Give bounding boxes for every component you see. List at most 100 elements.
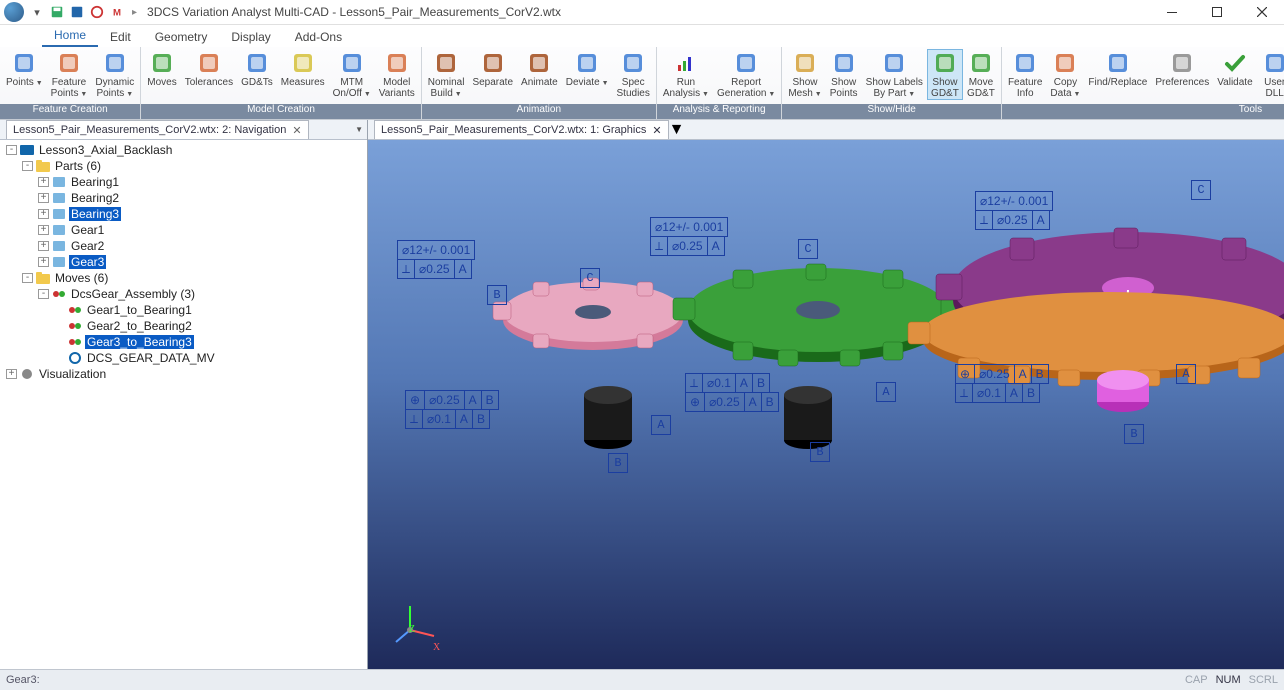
close-button[interactable] [1239, 0, 1284, 25]
preferences-button[interactable]: Preferences [1151, 49, 1213, 89]
datum-b-shaft2[interactable]: B [810, 442, 830, 462]
tree-parts[interactable]: -Parts (6) [0, 158, 367, 174]
show-labels-button[interactable]: Show Labels By Part ▼ [862, 49, 927, 101]
animate-button[interactable]: Animate [517, 49, 562, 89]
tab-display[interactable]: Display [219, 27, 282, 47]
datum-b-3[interactable]: B [1124, 424, 1144, 444]
tree-part-bearing2[interactable]: +Bearing2 [0, 190, 367, 206]
qat-item-5-icon[interactable]: M [108, 3, 126, 21]
find-replace-button[interactable]: Find/Replace [1084, 49, 1151, 89]
feature-info-button[interactable]: Feature Info [1004, 49, 1046, 100]
move-gdt-button[interactable]: Move GD&T [963, 49, 999, 100]
measures-button[interactable]: Measures [277, 49, 329, 89]
spec-studies-button[interactable]: Spec Studies [613, 49, 654, 100]
spec-studies-label: Spec Studies [617, 77, 650, 99]
qat-dropdown-icon[interactable]: ▾ [28, 3, 46, 21]
tree-node-label: Gear1_to_Bearing1 [85, 303, 194, 317]
show-gdt-button[interactable]: Show GD&T [927, 49, 963, 100]
report-generation-button[interactable]: Report Generation ▼ [713, 49, 779, 101]
qat-save-icon[interactable] [48, 3, 66, 21]
datum-c-1[interactable]: C [580, 268, 600, 288]
gdt-callout-gear3-dim[interactable]: ⌀12+/- 0.001 ⟂⌀0.25A [976, 192, 1053, 230]
graphics-dropdown-icon[interactable]: ▼ [669, 121, 685, 139]
tree-visualization[interactable]: +Visualization [0, 366, 367, 382]
qat-item-4-icon[interactable] [88, 3, 106, 21]
tree-part-bearing3[interactable]: +Bearing3 [0, 206, 367, 222]
tree-root[interactable]: -Lesson3_Axial_Backlash [0, 142, 367, 158]
tree-part-gear1[interactable]: +Gear1 [0, 222, 367, 238]
tree-part-gear3[interactable]: +Gear3 [0, 254, 367, 270]
graphics-tab[interactable]: Lesson5_Pair_Measurements_CorV2.wtx: 1: … [374, 120, 669, 139]
graphics-tab-close-icon[interactable]: ✕ [652, 124, 661, 137]
expand-toggle-icon[interactable]: + [38, 193, 49, 203]
datum-a-3[interactable]: A [1176, 364, 1196, 384]
expand-toggle-icon[interactable]: - [38, 289, 49, 299]
tree-part-gear2[interactable]: +Gear2 [0, 238, 367, 254]
navigation-dropdown-icon[interactable]: ▼ [355, 125, 363, 134]
navigation-tab[interactable]: Lesson5_Pair_Measurements_CorV2.wtx: 2: … [6, 120, 309, 139]
qat-item-3-icon[interactable] [68, 3, 86, 21]
datum-a-shaft1[interactable]: A [651, 415, 671, 435]
maximize-button[interactable] [1194, 0, 1239, 25]
gdt-callout-gear2-dim[interactable]: ⌀12+/- 0.001 ⟂⌀0.25A [651, 218, 728, 256]
tree-assembly[interactable]: -DcsGear_Assembly (3) [0, 286, 367, 302]
report-generation-label: Report Generation ▼ [717, 77, 775, 100]
tree-move-gear3_to_bearing3[interactable]: Gear3_to_Bearing3 [0, 334, 367, 350]
run-analysis-button[interactable]: Run Analysis ▼ [659, 49, 713, 101]
user-dll-button[interactable]: User DLL [1257, 49, 1284, 100]
points-button[interactable]: Points ▼ [2, 49, 47, 90]
viewport-3d[interactable]: ⌀12+/- 0.001 ⟂⌀0.25A B C ⊕⌀0.25AB ⟂⌀0.1A… [368, 140, 1284, 669]
tab-home[interactable]: Home [42, 25, 98, 47]
show-points-button[interactable]: Show Points [826, 49, 862, 100]
datum-a-2[interactable]: A [876, 382, 896, 402]
expand-toggle-icon[interactable]: + [38, 241, 49, 251]
tree-data-mv[interactable]: DCS_GEAR_DATA_MV [0, 350, 367, 366]
copy-data-button[interactable]: Copy Data ▼ [1046, 49, 1084, 101]
gdt-datum-a: A [1014, 364, 1032, 384]
deviate-button[interactable]: Deviate ▼ [562, 49, 613, 90]
gdt-datum-b: B [481, 390, 499, 410]
expand-toggle-icon[interactable]: - [22, 161, 33, 171]
feature-points-button[interactable]: Feature Points ▼ [47, 49, 92, 101]
dynamic-points-button[interactable]: Dynamic Points ▼ [91, 49, 138, 101]
validate-button[interactable]: Validate [1213, 49, 1256, 89]
datum-c-2[interactable]: C [798, 239, 818, 259]
mtm-button[interactable]: MTM On/Off ▼ [329, 49, 375, 101]
moves-button[interactable]: Moves [143, 49, 180, 89]
gdt-callout-gear1-dim[interactable]: ⌀12+/- 0.001 ⟂⌀0.25A [398, 241, 475, 279]
gdt-callout-gear1-pos[interactable]: ⊕⌀0.25AB ⟂⌀0.1AB [406, 391, 499, 429]
expand-toggle-icon[interactable]: + [38, 257, 49, 267]
minimize-button[interactable] [1149, 0, 1194, 25]
tolerances-button[interactable]: Tolerances [181, 49, 237, 89]
expand-toggle-icon[interactable]: + [38, 177, 49, 187]
tree-part-bearing1[interactable]: +Bearing1 [0, 174, 367, 190]
group-label: Show/Hide [782, 104, 1001, 119]
gdt-callout-gear2-pos[interactable]: ⟂⌀0.1AB ⊕⌀0.25AB [686, 374, 779, 412]
model-variants-button[interactable]: Model Variants [375, 49, 419, 100]
gdts-button[interactable]: GD&Ts [237, 49, 277, 89]
gdt-datum-b: B [752, 373, 770, 393]
expand-toggle-icon[interactable]: - [6, 145, 17, 155]
separate-button[interactable]: Separate [468, 49, 517, 89]
model-tree[interactable]: -Lesson3_Axial_Backlash-Parts (6)+Bearin… [0, 140, 367, 669]
tree-node-icon [36, 160, 50, 172]
tree-moves[interactable]: -Moves (6) [0, 270, 367, 286]
tree-move-gear1_to_bearing1[interactable]: Gear1_to_Bearing1 [0, 302, 367, 318]
expand-toggle-icon[interactable]: + [38, 209, 49, 219]
nominal-build-button[interactable]: Nominal Build ▼ [424, 49, 469, 101]
tab-geometry[interactable]: Geometry [143, 27, 220, 47]
show-mesh-button[interactable]: Show Mesh ▼ [784, 49, 825, 101]
tree-move-gear2_to_bearing2[interactable]: Gear2_to_Bearing2 [0, 318, 367, 334]
gdt-callout-gear3-pos[interactable]: ⊕⌀0.25AB ⟂⌀0.1AB [956, 365, 1049, 403]
show-points-icon [831, 50, 857, 76]
expand-toggle-icon[interactable]: + [38, 225, 49, 235]
tab-add-ons[interactable]: Add-Ons [283, 27, 354, 47]
expand-toggle-icon[interactable]: + [6, 369, 17, 379]
datum-c-3[interactable]: C [1191, 180, 1211, 200]
datum-b-shaft1[interactable]: B [608, 453, 628, 473]
expand-toggle-icon[interactable]: - [22, 273, 33, 283]
find-replace-icon [1105, 50, 1131, 76]
datum-b-1[interactable]: B [487, 285, 507, 305]
navigation-tab-close-icon[interactable]: ✕ [292, 124, 301, 137]
tab-edit[interactable]: Edit [98, 27, 143, 47]
